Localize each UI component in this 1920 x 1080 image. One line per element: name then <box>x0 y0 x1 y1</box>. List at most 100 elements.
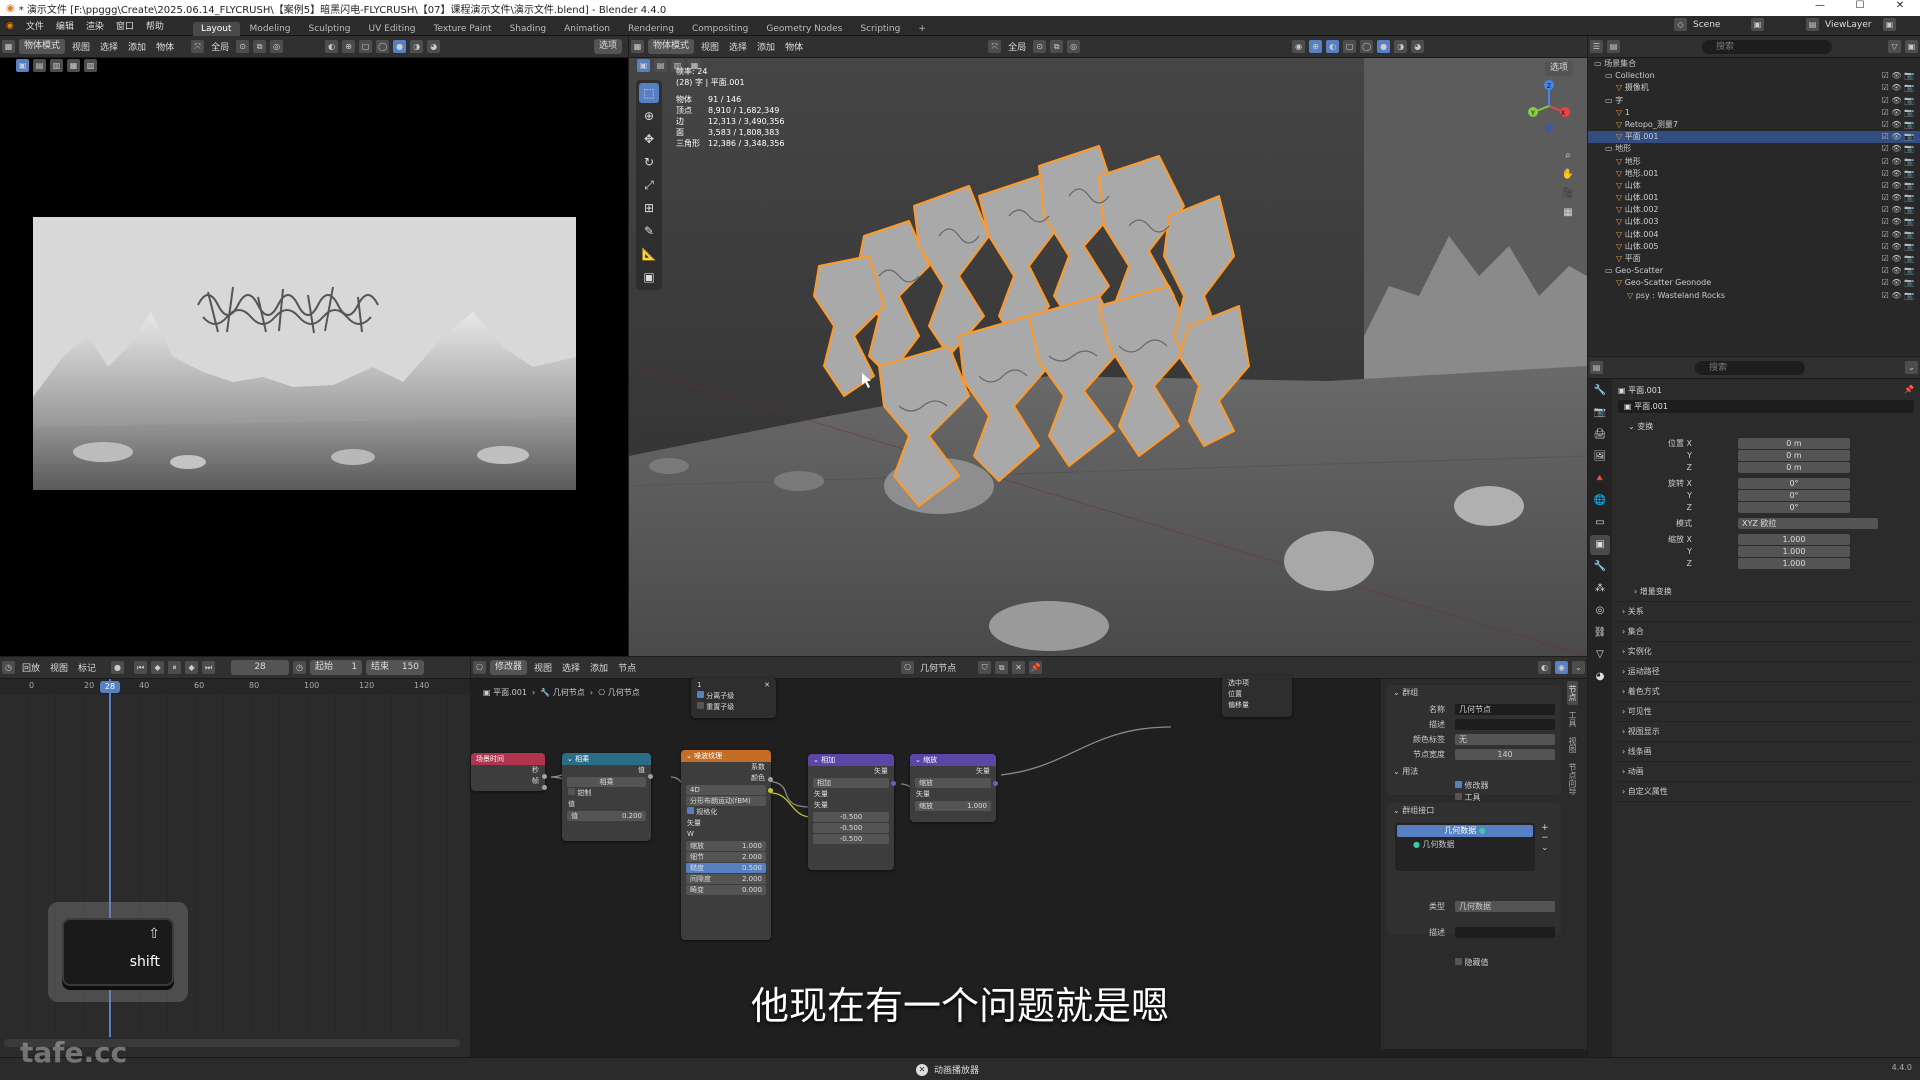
add-socket-icon[interactable]: + <box>1541 823 1549 833</box>
transform-value-field[interactable]: 0° <box>1738 478 1850 489</box>
workspace-tab-scripting[interactable]: Scripting <box>852 22 908 36</box>
select-tool-icon[interactable]: ⬚ <box>639 83 659 103</box>
transform-value-field[interactable]: 0° <box>1738 502 1850 513</box>
transform-value-field[interactable]: 1.000 <box>1738 546 1850 557</box>
visibility-toggle-icon[interactable]: ☑ 👁 📷 <box>1882 204 1914 216</box>
vector-add-z-field[interactable]: -0.500 <box>813 834 889 844</box>
workspace-tab-geometry-nodes[interactable]: Geometry Nodes <box>758 22 850 36</box>
noise-lacunarity-field[interactable]: 间隙度 2.000 <box>686 874 766 884</box>
main-snap-icon[interactable]: ⧉ <box>1050 40 1064 53</box>
camera-viewport[interactable]: ▦ 物体模式 视图 选择 添加 物体 ⤧ 全局 ⊙ ⧉ ◎ ◐ ⊕ ▢ ◯ ● … <box>0 36 628 656</box>
outliner-display-mode-icon[interactable]: ▤ <box>1607 40 1620 53</box>
shading-wire-icon[interactable]: ◯ <box>376 40 390 53</box>
jump-end-icon[interactable]: ⏭ <box>202 661 216 674</box>
proportional-icon[interactable]: ◎ <box>270 40 284 53</box>
object-data-name-field[interactable]: ▣ 平面.001 <box>1618 400 1914 413</box>
constraints-tab-icon[interactable]: ⛓ <box>1590 623 1610 643</box>
particles-tab-icon[interactable]: ⁂ <box>1590 579 1610 599</box>
transform-value-field[interactable]: XYZ 欧拉 <box>1738 518 1878 529</box>
node-math-multiply[interactable]: ⌄ 相乘 值 相乘 钳制 值 值 0.200 <box>562 753 651 841</box>
workspace-tab-modeling[interactable]: Modeling <box>242 22 299 36</box>
visibility-toggle-icon[interactable]: ☑ 👁 📷 <box>1882 70 1914 82</box>
visibility-toggle-icon[interactable]: ☑ 👁 📷 <box>1882 229 1914 241</box>
math-operation-dropdown[interactable]: 相乘 <box>567 777 646 787</box>
visibility-toggle-icon[interactable]: ☑ 👁 📷 <box>1882 216 1914 228</box>
modifier-close-icon[interactable]: ✕ <box>764 680 770 691</box>
properties-subpanel-header[interactable]: › 自定义属性 <box>1618 782 1914 802</box>
left-menu-select[interactable]: 选择 <box>95 40 123 53</box>
workspace-tab-shading[interactable]: Shading <box>502 22 555 36</box>
split-children-checkbox[interactable]: 分离子级 <box>691 691 776 702</box>
close-window-button[interactable]: ✕ <box>1880 0 1920 11</box>
measure-tool-icon[interactable]: 📐 <box>639 244 659 264</box>
transform-value-field[interactable]: 0° <box>1738 490 1850 501</box>
outliner-item[interactable]: ▭ Geo-Scatter ☑ 👁 📷 <box>1588 265 1920 277</box>
main-menu-add[interactable]: 添加 <box>752 40 780 53</box>
outliner-item[interactable]: ▽ 山体.001 ☑ 👁 📷 <box>1588 192 1920 204</box>
transform-panel-header[interactable]: ⌄ 变换 <box>1618 419 1914 435</box>
outliner-item[interactable]: ▽ 山体.005 ☑ 👁 📷 <box>1588 241 1920 253</box>
properties-search-field[interactable]: 搜索 <box>1695 360 1805 375</box>
preview-range-icon[interactable]: ◷ <box>293 661 307 674</box>
cursor-tool-icon[interactable]: ⊕ <box>639 106 659 126</box>
maximize-button[interactable]: ☐ <box>1840 0 1880 11</box>
workspace-tab-compositing[interactable]: Compositing <box>684 22 756 36</box>
physics-tab-icon[interactable]: ◎ <box>1590 601 1610 621</box>
workspace-tab-texture-paint[interactable]: Texture Paint <box>425 22 499 36</box>
properties-subpanel-header[interactable]: › 增量变换 <box>1618 582 1914 602</box>
properties-subpanel-header[interactable]: › 动画 <box>1618 762 1914 782</box>
transform-value-field[interactable]: 0 m <box>1738 450 1850 461</box>
visibility-toggle-icon[interactable]: ☑ 👁 📷 <box>1882 131 1914 143</box>
node-overlay-icon[interactable]: ◐ <box>1538 661 1551 674</box>
render-tab-icon[interactable]: 📷 <box>1590 403 1610 423</box>
noise-type-dropdown[interactable]: 分形布朗运动(fBM) <box>686 796 766 806</box>
pan-hand-icon[interactable]: ✋ <box>1560 167 1576 183</box>
vector-add-x-field[interactable]: -0.500 <box>813 812 889 822</box>
main-menu-view[interactable]: 视图 <box>696 40 724 53</box>
menu-edit[interactable]: 编辑 <box>50 19 80 32</box>
menu-file[interactable]: 文件 <box>20 19 50 32</box>
node-scene-time[interactable]: 场景时间 秒 帧 <box>471 753 545 791</box>
tool-tab-icon[interactable]: 🔧 <box>1590 381 1610 401</box>
node-width-field[interactable]: 140 <box>1455 749 1555 760</box>
timeline-menu-view[interactable]: 视图 <box>45 661 73 674</box>
hide-value-checkbox[interactable]: 隐藏值 <box>1387 957 1561 969</box>
main-shading-render-icon[interactable]: ◕ <box>1411 40 1425 53</box>
vector-add-y-field[interactable]: -0.500 <box>813 823 889 833</box>
left-menu-object[interactable]: 物体 <box>151 40 179 53</box>
main-menu-object[interactable]: 物体 <box>780 40 808 53</box>
data-tab-icon[interactable]: ▽ <box>1590 645 1610 665</box>
transform-value-field[interactable]: 0 m <box>1738 462 1850 473</box>
outliner-search-field[interactable]: 搜索 <box>1702 39 1832 54</box>
main-select-box-icon[interactable]: ▣ <box>637 59 650 72</box>
new-viewlayer-icon[interactable]: ▣ <box>1883 18 1896 31</box>
new-scene-icon[interactable]: ▣ <box>1751 18 1764 31</box>
outliner-filter-icon[interactable]: ▽ <box>1888 40 1901 53</box>
camera-view-icon[interactable]: 🎥 <box>1560 186 1576 202</box>
select-invert-icon[interactable]: ▧ <box>84 59 97 72</box>
math-value-field[interactable]: 值 0.200 <box>567 811 646 821</box>
visibility-toggle-icon[interactable]: ☑ 👁 📷 <box>1882 265 1914 277</box>
node-overlay-dropdown-icon[interactable]: ⌄ <box>1572 661 1585 674</box>
workspace-tab-uv-editing[interactable]: UV Editing <box>361 22 424 36</box>
transform-tool-icon[interactable]: ⊞ <box>639 198 659 218</box>
outliner-item[interactable]: ▽ 平面 ☑ 👁 📷 <box>1588 253 1920 265</box>
outliner-item[interactable]: ▭ Collection ☑ 👁 📷 <box>1588 70 1920 82</box>
jump-keyframe-forward-icon[interactable]: ◆ <box>185 661 199 674</box>
main-options-button[interactable]: 选项 <box>1545 61 1574 76</box>
select-extend-icon[interactable]: ▥ <box>50 59 63 72</box>
transform-orientation-icon[interactable]: ⤧ <box>191 40 205 53</box>
viewlayer-selector[interactable]: ViewLayer <box>1821 20 1881 30</box>
end-frame-field[interactable]: 结束 150 <box>366 660 425 675</box>
rotate-tool-icon[interactable]: ↻ <box>639 152 659 172</box>
current-frame-field[interactable]: 28 <box>231 660 290 675</box>
left-menu-view[interactable]: 视图 <box>67 40 95 53</box>
left-menu-add[interactable]: 添加 <box>123 40 151 53</box>
menu-window[interactable]: 窗口 <box>110 19 140 32</box>
pause-icon[interactable]: ⏸ <box>168 661 182 674</box>
workspace-tab-rendering[interactable]: Rendering <box>620 22 682 36</box>
interface-input-geometry[interactable]: ● 几何数据 <box>1397 839 1533 851</box>
interface-panel-header[interactable]: ⌄ 群组接口 <box>1387 803 1561 819</box>
main-transform-dropdown[interactable]: 全局 <box>1003 40 1031 53</box>
node-output-panel[interactable]: 选中项 位置 偏移量 <box>1222 675 1292 717</box>
